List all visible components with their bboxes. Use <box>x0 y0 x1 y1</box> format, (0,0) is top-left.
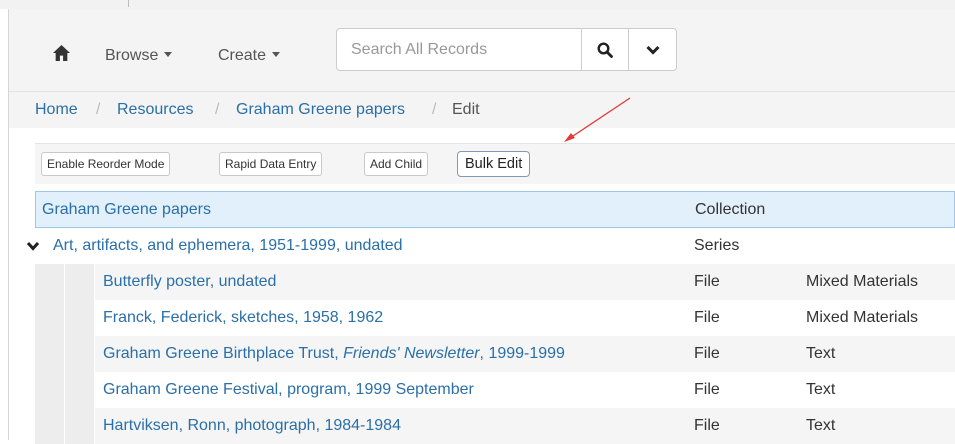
series-title-link[interactable]: Art, artifacts, and ephemera, 1951-1999,… <box>53 237 403 254</box>
tree-row-type: Text <box>806 345 836 362</box>
tree-row-level: File <box>694 273 720 290</box>
breadcrumb: Home / Resources / Graham Greene papers … <box>9 92 955 128</box>
tree-row-title[interactable]: Graham Greene Festival, program, 1999 Se… <box>103 372 474 408</box>
tree-toolbar: Enable Reorder Mode Rapid Data Entry Add… <box>35 143 955 184</box>
child-title-link[interactable]: Butterfly poster, undated <box>103 273 276 290</box>
tree-child-row[interactable]: Graham Greene Birthplace Trust, Friends'… <box>35 336 955 372</box>
breadcrumb-separator: / <box>96 101 101 118</box>
indent-spacer <box>35 264 65 300</box>
create-label: Create <box>218 47 267 64</box>
breadcrumb-separator: / <box>215 101 220 118</box>
search-icon <box>597 41 613 58</box>
rapid-data-entry-button[interactable]: Rapid Data Entry <box>219 152 323 176</box>
child-title-link[interactable]: Hartviksen, Ronn, photograph, 1984-1984 <box>103 417 401 434</box>
search-options-button[interactable] <box>628 28 677 71</box>
enable-reorder-mode-button[interactable]: Enable Reorder Mode <box>41 152 171 176</box>
indent-spacer <box>35 372 65 408</box>
navbar: Browse Create <box>9 9 955 92</box>
tree-row-level: Series <box>694 237 740 254</box>
caret-down-icon <box>272 52 281 58</box>
indent-spacer <box>65 408 95 444</box>
breadcrumb-current: Edit <box>452 101 480 118</box>
search-input[interactable] <box>336 28 582 71</box>
breadcrumb-home[interactable]: Home <box>35 92 78 128</box>
tree-row-title[interactable]: Hartviksen, Ronn, photograph, 1984-1984 <box>103 408 401 444</box>
tree-row-level: File <box>694 309 720 326</box>
tree-row-type: Mixed Materials <box>806 309 919 326</box>
indent-spacer <box>65 264 95 300</box>
tree-child-row[interactable]: Hartviksen, Ronn, photograph, 1984-1984 … <box>35 408 955 444</box>
tree-child-row[interactable]: Butterfly poster, undated File Mixed Mat… <box>35 264 955 300</box>
title-italic: Friends' Newsletter <box>343 345 480 362</box>
tree-row-type: Text <box>806 381 836 398</box>
indent-spacer <box>35 408 65 444</box>
title-suffix: , 1999-1999 <box>479 345 565 362</box>
child-title-link[interactable]: Graham Greene Festival, program, 1999 Se… <box>103 381 474 398</box>
tree-row-title[interactable]: Butterfly poster, undated <box>103 264 276 300</box>
title-prefix: Graham Greene Birthplace Trust, <box>103 345 344 362</box>
search-button[interactable] <box>581 28 629 71</box>
breadcrumb-home-link[interactable]: Home <box>35 101 78 118</box>
tree-row-level: File <box>694 345 720 362</box>
tree-row-level: File <box>694 381 720 398</box>
browse-menu[interactable]: Browse <box>105 47 173 65</box>
tree-child-row[interactable]: Graham Greene Festival, program, 1999 Se… <box>35 372 955 408</box>
breadcrumb-resource-link[interactable]: Graham Greene papers <box>236 101 405 118</box>
indent-spacer <box>35 336 65 372</box>
home-icon[interactable] <box>53 45 70 61</box>
indent-spacer <box>65 372 95 408</box>
tree-row-type: Text <box>806 417 836 434</box>
top-tick <box>128 0 129 7</box>
create-menu[interactable]: Create <box>218 47 281 65</box>
chevron-down-icon[interactable] <box>27 241 39 251</box>
chevron-down-icon <box>645 45 660 55</box>
breadcrumb-separator: / <box>432 101 437 118</box>
child-title-link[interactable]: Graham Greene Birthplace Trust, Friends'… <box>103 345 565 362</box>
child-title-link[interactable]: Franck, Federick, sketches, 1958, 1962 <box>103 309 383 326</box>
tree-series-row[interactable]: Art, artifacts, and ephemera, 1951-1999,… <box>27 228 955 264</box>
tree-row-title[interactable]: Art, artifacts, and ephemera, 1951-1999,… <box>53 228 403 264</box>
top-strip <box>0 0 955 9</box>
tree-row-title[interactable]: Franck, Federick, sketches, 1958, 1962 <box>103 300 383 336</box>
indent-spacer <box>65 336 95 372</box>
tree-row-type: Mixed Materials <box>806 273 919 290</box>
indent-spacer <box>35 300 65 336</box>
breadcrumb-resources[interactable]: Resources <box>117 92 193 128</box>
tree-root-row[interactable]: Graham Greene papers Collection <box>35 191 955 228</box>
root-title-link[interactable]: Graham Greene papers <box>42 201 211 218</box>
breadcrumb-resources-link[interactable]: Resources <box>117 101 193 118</box>
browse-label: Browse <box>105 47 159 64</box>
tree-row-title[interactable]: Graham Greene papers <box>42 192 211 227</box>
tree-child-row[interactable]: Franck, Federick, sketches, 1958, 1962 F… <box>35 300 955 336</box>
tree-row-level: Collection <box>695 201 766 218</box>
tree-row-level: File <box>694 417 720 434</box>
add-child-button[interactable]: Add Child <box>364 152 429 176</box>
bulk-edit-button[interactable]: Bulk Edit <box>457 151 531 177</box>
indent-spacer <box>65 300 95 336</box>
caret-down-icon <box>164 52 173 58</box>
tree-row-title[interactable]: Graham Greene Birthplace Trust, Friends'… <box>103 336 565 372</box>
breadcrumb-resource[interactable]: Graham Greene papers <box>236 92 405 128</box>
